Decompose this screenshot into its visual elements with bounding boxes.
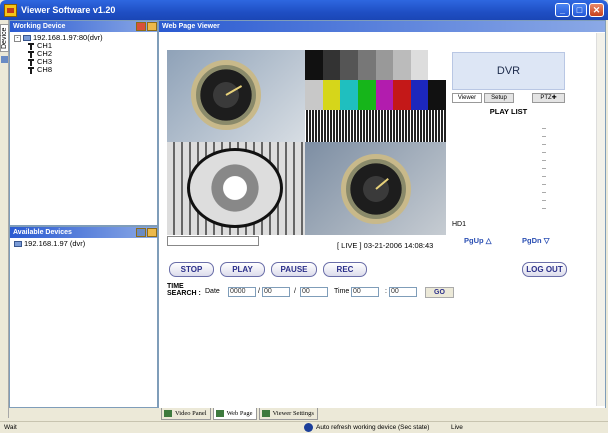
time-label: TIME	[167, 283, 184, 290]
test-chart-image	[187, 148, 283, 228]
minute-input[interactable]: 00	[389, 287, 417, 297]
available-devices-tree: 192.168.1.97 (dvr)	[10, 238, 157, 250]
tab-label: Video Panel	[175, 410, 207, 417]
tab-viewer-settings[interactable]: Viewer Settings	[258, 408, 318, 420]
page-up-button[interactable]: PgUp △	[464, 236, 491, 245]
month-input[interactable]: 00	[262, 287, 290, 297]
chevron-right-icon: ✚	[551, 95, 557, 101]
window-title: Viewer Software v1.20	[21, 5, 116, 15]
camera-3-view[interactable]	[167, 142, 305, 235]
tab-ptz[interactable]: PTZ✚	[532, 93, 565, 103]
channel-item[interactable]: CH3	[14, 58, 153, 66]
available-devices-panel: Available Devices 192.168.1.97 (dvr)	[9, 226, 158, 408]
channel-label: CH8	[37, 65, 53, 74]
time-separator: :	[385, 288, 387, 295]
available-devices-header: Available Devices	[10, 227, 157, 238]
available-device-item[interactable]: 192.168.1.97 (dvr)	[14, 240, 153, 248]
playlist-area[interactable]	[542, 128, 546, 216]
tree-root-item[interactable]: - 192.168.1.97:80(dvr)	[14, 34, 153, 42]
camera-1-view[interactable]	[167, 50, 305, 142]
folder-icon[interactable]	[147, 228, 157, 237]
color-bars	[305, 80, 446, 110]
camera-channel-icon	[28, 66, 34, 74]
go-button[interactable]: GO	[425, 287, 454, 298]
play-list-title: PLAY LIST	[489, 107, 528, 116]
stop-button[interactable]: STOP	[169, 262, 214, 277]
vertical-scrollbar[interactable]	[596, 33, 605, 406]
time-search-label: TIME SEARCH :	[167, 283, 201, 297]
device-side-tab[interactable]: Device	[0, 24, 9, 52]
triangle-down-icon: ▽	[543, 236, 550, 245]
date-separator: /	[294, 288, 296, 295]
computer-icon	[14, 241, 22, 247]
page-down-button[interactable]: PgDn ▽	[522, 236, 549, 245]
working-device-panel: Working Device - 192.168.1.97:80(dvr) CH…	[9, 20, 158, 226]
rec-button[interactable]: REC	[323, 262, 367, 277]
web-viewer-title: Web Page Viewer	[162, 23, 220, 30]
device-list-icon[interactable]	[1, 56, 8, 63]
filter-icon[interactable]	[136, 228, 146, 237]
day-input[interactable]: 00	[300, 287, 328, 297]
logout-button[interactable]: LOG OUT	[522, 262, 567, 277]
working-device-title: Working Device	[13, 23, 66, 30]
camera-4-view[interactable]	[305, 142, 446, 235]
status-message: Auto refresh working device (Sec state)	[316, 424, 430, 431]
hour-input[interactable]: 00	[351, 287, 379, 297]
camera-channel-icon	[28, 42, 34, 50]
available-device-label: 192.168.1.97 (dvr)	[24, 239, 86, 248]
video-status-field	[167, 236, 259, 246]
working-device-tree: - 192.168.1.97:80(dvr) CH1 CH2 CH3 CH8	[10, 32, 157, 76]
video-quad-view[interactable]	[167, 50, 446, 235]
collapse-icon[interactable]: -	[14, 34, 21, 42]
live-status-text: [ LIVE ] 03-21-2006 14:08:43	[337, 241, 434, 250]
status-live: Live	[451, 424, 463, 431]
remove-device-icon[interactable]	[136, 22, 146, 31]
resolution-lines	[305, 110, 446, 142]
tab-ptz-label: PTZ	[540, 95, 552, 101]
tab-setup[interactable]: Setup	[484, 93, 514, 103]
search-label: SEARCH :	[167, 290, 201, 297]
grayscale-bars	[305, 50, 446, 80]
date-label: Date	[205, 288, 220, 295]
web-page-icon	[215, 410, 224, 417]
maximize-button[interactable]: □	[572, 3, 587, 17]
play-button[interactable]: PLAY	[220, 262, 265, 277]
bottom-tab-bar: Video Panel Web Page Viewer Settings	[158, 408, 606, 420]
video-panel-icon	[164, 410, 172, 417]
pause-button[interactable]: PAUSE	[271, 262, 317, 277]
folder-icon[interactable]	[147, 22, 157, 31]
page-up-label: PgUp	[464, 236, 484, 245]
channel-item[interactable]: CH8	[14, 66, 153, 74]
side-tab-strip: Device	[0, 20, 9, 418]
working-device-header: Working Device	[10, 21, 157, 32]
date-separator: /	[258, 288, 260, 295]
triangle-up-icon: △	[485, 236, 492, 245]
tab-label: Web Page	[226, 410, 253, 417]
web-viewer-header: Web Page Viewer	[159, 21, 605, 32]
camera-channel-icon	[28, 58, 34, 66]
computer-icon	[23, 35, 31, 41]
page-down-label: PgDn	[522, 236, 542, 245]
info-icon	[304, 423, 313, 432]
camera-2-view[interactable]	[305, 50, 446, 142]
dvr-logo: DVR	[452, 52, 565, 90]
app-icon	[4, 3, 17, 17]
tab-video-panel[interactable]: Video Panel	[161, 408, 211, 420]
minimize-button[interactable]: _	[555, 3, 570, 17]
tab-web-page[interactable]: Web Page	[212, 408, 257, 420]
channel-item[interactable]: CH2	[14, 50, 153, 58]
available-devices-title: Available Devices	[13, 229, 72, 236]
window-title-bar: Viewer Software v1.20 _ □ ✕	[0, 0, 608, 20]
time-label: Time	[334, 288, 350, 295]
tab-viewer[interactable]: Viewer	[452, 93, 482, 103]
channel-item[interactable]: CH1	[14, 42, 153, 50]
settings-icon	[261, 410, 270, 417]
hd-label: HD1	[452, 221, 467, 228]
status-bar: Wait Auto refresh working device (Sec st…	[0, 421, 608, 433]
camera-channel-icon	[28, 50, 34, 58]
tab-label: Viewer Settings	[272, 410, 314, 417]
year-input[interactable]: 0000	[228, 287, 256, 297]
close-button[interactable]: ✕	[589, 3, 604, 17]
status-left-text: Wait	[4, 424, 17, 431]
